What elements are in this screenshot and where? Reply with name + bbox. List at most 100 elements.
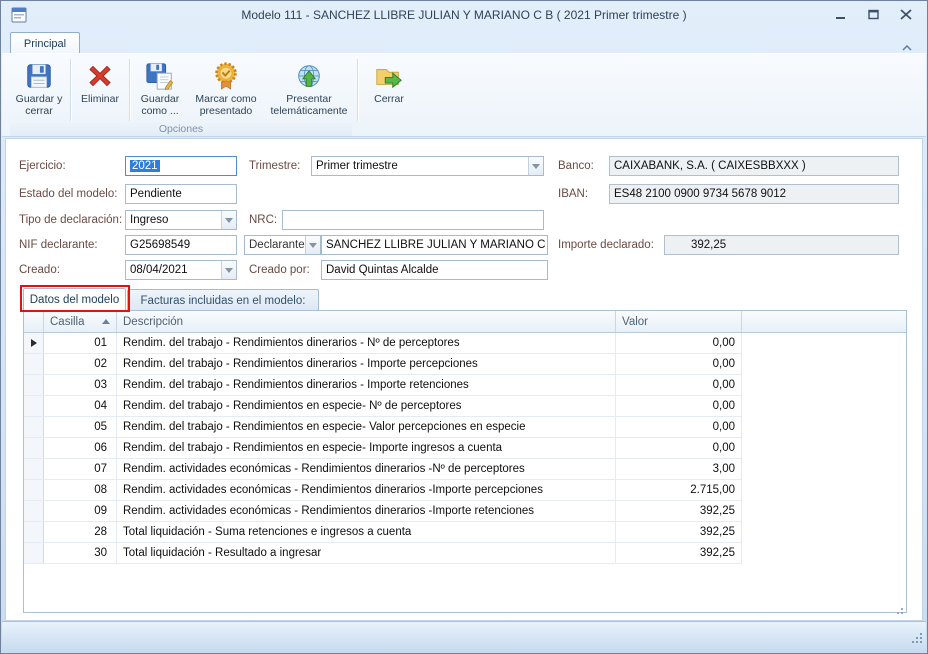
ribbon: Guardar y cerrar Eliminar Guardar como .… [2, 53, 926, 137]
tipo-declaracion-dropdown[interactable]: Ingreso [125, 210, 237, 230]
column-header-descripcion[interactable]: Descripción [117, 311, 616, 332]
row-indicator-cell [24, 480, 44, 500]
table-row[interactable]: 07 Rendim. actividades económicas - Rend… [24, 459, 742, 480]
declarante-selector[interactable]: Declarante: [244, 235, 321, 255]
grid-header: Casilla Descripción Valor [24, 311, 906, 333]
cell-valor: 392,25 [616, 543, 742, 563]
button-label: Cerrar [365, 93, 413, 105]
modelo-111-window: Modelo 111 - SANCHEZ LLIBRE JULIAN Y MAR… [0, 0, 928, 654]
row-indicator-cell [24, 543, 44, 563]
close-form-icon [373, 60, 405, 92]
current-row-arrow-icon [31, 339, 37, 347]
banco-field[interactable]: CAIXABANK, S.A. ( CAIXESBBXXX ) [609, 156, 899, 176]
save-and-close-button[interactable]: Guardar y cerrar [10, 56, 68, 122]
delete-button[interactable]: Eliminar [74, 56, 126, 122]
nif-declarante-label: NIF declarante: [19, 239, 98, 251]
nif-declarante-field[interactable]: G25698549 [125, 235, 237, 255]
trimestre-value: Primer trimestre [316, 160, 398, 172]
cell-descripcion: Rendim. del trabajo - Rendimientos diner… [117, 375, 616, 395]
column-header-valor[interactable]: Valor [616, 311, 742, 332]
column-label: Valor [622, 316, 648, 328]
cell-descripcion: Rendim. actividades económicas - Rendimi… [117, 459, 616, 479]
table-row[interactable]: 28 Total liquidación - Suma retenciones … [24, 522, 742, 543]
submit-online-button[interactable]: Presentar telemáticamente [265, 56, 353, 122]
ribbon-separator [357, 59, 358, 121]
close-button[interactable]: Cerrar [363, 56, 415, 122]
importe-declarado-label: Importe declarado: [558, 239, 654, 251]
resize-grip-icon[interactable] [910, 631, 923, 649]
importe-declarado-field[interactable]: 392,25 [664, 235, 899, 255]
table-row[interactable]: 08 Rendim. actividades económicas - Rend… [24, 480, 742, 501]
nif-declarante-value: G25698549 [130, 239, 190, 251]
tab-datos-del-modelo[interactable]: Datos del modelo [23, 288, 126, 311]
dropdown-arrow-icon[interactable] [221, 261, 236, 279]
ejercicio-field[interactable]: 2021 [125, 156, 237, 176]
row-indicator-cell [24, 501, 44, 521]
declarante-field[interactable]: SANCHEZ LLIBRE JULIAN Y MARIANO C B [321, 235, 548, 255]
maximize-icon[interactable] [864, 7, 882, 22]
table-row[interactable]: 01 Rendim. del trabajo - Rendimientos di… [24, 333, 742, 354]
minimize-icon[interactable] [831, 7, 849, 22]
mark-as-presented-button[interactable]: Marcar como presentado [189, 56, 263, 122]
panel-resize-grip-icon[interactable] [895, 602, 904, 620]
iban-field[interactable]: ES48 2100 0900 9734 5678 9012 [609, 184, 899, 204]
cell-valor: 392,25 [616, 501, 742, 521]
button-label: Marcar como presentado [191, 93, 261, 117]
table-row[interactable]: 06 Rendim. del trabajo - Rendimientos en… [24, 438, 742, 459]
tab-principal[interactable]: Principal [10, 32, 80, 54]
nrc-label: NRC: [249, 214, 277, 226]
cell-descripcion: Rendim. actividades económicas - Rendimi… [117, 501, 616, 521]
save-as-button[interactable]: Guardar como ... [133, 56, 187, 122]
row-indicator-cell [24, 459, 44, 479]
cell-casilla: 05 [44, 417, 117, 437]
table-row[interactable]: 09 Rendim. actividades económicas - Rend… [24, 501, 742, 522]
app-icon [11, 7, 27, 23]
table-row[interactable]: 05 Rendim. del trabajo - Rendimientos en… [24, 417, 742, 438]
table-row[interactable]: 03 Rendim. del trabajo - Rendimientos di… [24, 375, 742, 396]
creado-por-field[interactable]: David Quintas Alcalde [321, 260, 548, 280]
column-header-casilla[interactable]: Casilla [44, 311, 117, 332]
cell-descripcion: Rendim. del trabajo - Rendimientos en es… [117, 417, 616, 437]
banco-value: CAIXABANK, S.A. ( CAIXESBBXXX ) [614, 160, 806, 172]
creado-date-dropdown[interactable]: 08/04/2021 [125, 260, 237, 280]
table-row[interactable]: 04 Rendim. del trabajo - Rendimientos en… [24, 396, 742, 417]
declarante-selector-label: Declarante: [249, 239, 308, 251]
table-row[interactable]: 30 Total liquidación - Resultado a ingre… [24, 543, 742, 564]
cell-descripcion: Rendim. del trabajo - Rendimientos diner… [117, 354, 616, 374]
estado-field[interactable]: Pendiente [125, 184, 237, 204]
cell-casilla: 28 [44, 522, 117, 542]
dropdown-arrow-icon[interactable] [305, 236, 320, 254]
close-icon[interactable] [897, 7, 915, 22]
trimestre-dropdown[interactable]: Primer trimestre [311, 156, 544, 176]
creado-por-value: David Quintas Alcalde [326, 264, 439, 276]
column-label: Casilla [50, 316, 85, 328]
delete-icon [84, 60, 116, 92]
cell-valor: 0,00 [616, 333, 742, 353]
estado-value: Pendiente [130, 188, 182, 200]
tipo-declaracion-value: Ingreso [130, 214, 168, 226]
cell-descripcion: Rendim. actividades económicas - Rendimi… [117, 480, 616, 500]
cell-descripcion: Rendim. del trabajo - Rendimientos diner… [117, 333, 616, 353]
tipo-declaracion-label: Tipo de declaración: [19, 214, 122, 226]
cell-valor: 392,25 [616, 522, 742, 542]
window-title: Modelo 111 - SANCHEZ LLIBRE JULIAN Y MAR… [111, 8, 817, 22]
indicator-header [24, 311, 44, 332]
cell-casilla: 03 [44, 375, 117, 395]
submit-online-icon [293, 60, 325, 92]
cell-casilla: 04 [44, 396, 117, 416]
button-label: Eliminar [75, 93, 125, 105]
estado-label: Estado del modelo: [19, 188, 117, 200]
status-bar [2, 621, 926, 652]
dropdown-arrow-icon[interactable] [221, 211, 236, 229]
row-indicator-cell [24, 396, 44, 416]
mark-presented-icon [210, 60, 242, 92]
table-row[interactable]: 02 Rendim. del trabajo - Rendimientos di… [24, 354, 742, 375]
nrc-input[interactable] [282, 210, 544, 230]
column-header-filler [742, 311, 906, 332]
dropdown-arrow-icon[interactable] [528, 157, 543, 175]
trimestre-label: Trimestre: [249, 160, 300, 172]
tab-facturas-incluidas[interactable]: Facturas incluidas en el modelo: [127, 289, 319, 311]
importe-declarado-value: 392,25 [691, 239, 726, 251]
banco-label: Banco: [558, 160, 594, 172]
iban-value: ES48 2100 0900 9734 5678 9012 [614, 188, 786, 200]
